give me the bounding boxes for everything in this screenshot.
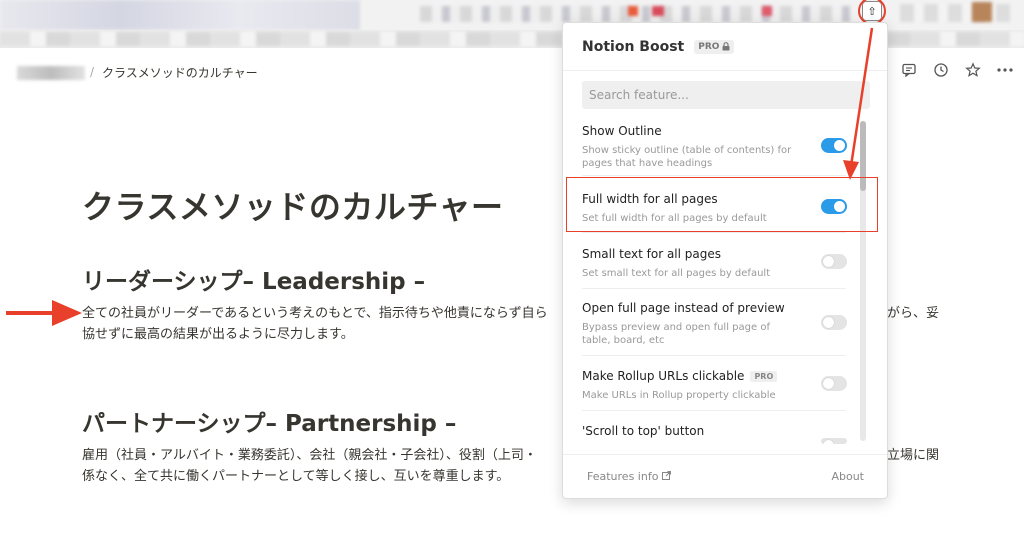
annotation-highlight-box xyxy=(566,177,878,232)
blurred-icon xyxy=(652,6,664,16)
blurred-profile-icons xyxy=(900,4,1010,22)
divider xyxy=(582,355,846,356)
feature-title: Make Rollup URLs clickable PRO xyxy=(582,369,846,383)
divider xyxy=(582,410,846,411)
toggle-small-text[interactable] xyxy=(821,254,847,269)
breadcrumb-page[interactable]: クラスメソッドのカルチャー xyxy=(102,64,258,81)
section-heading-partnership: パートナーシップ– Partnership – xyxy=(82,411,457,437)
feature-title: Show Outline xyxy=(582,124,662,138)
feature-description: Show sticky outline (table of contents) … xyxy=(582,144,846,170)
lock-icon xyxy=(722,42,730,51)
section-heading-leadership: リーダーシップ– Leadership – xyxy=(82,269,426,295)
breadcrumb-separator: / xyxy=(90,65,95,79)
pro-badge[interactable]: PRO xyxy=(694,39,735,54)
about-link[interactable]: About xyxy=(831,470,864,483)
history-clock-icon[interactable] xyxy=(932,62,950,82)
feature-pro-badge: PRO xyxy=(750,370,778,382)
feature-description: Bypass preview and open full page of tab… xyxy=(582,321,846,347)
section-text-line-end: 立場に関 xyxy=(887,448,940,463)
page-title: クラスメソッドのカルチャー xyxy=(82,188,504,226)
popup-title: Notion Boost xyxy=(582,38,685,55)
section-text-line: 雇用（社員・アルバイト・業務委託）、会社（親会社・子会社）、役割（上司・ xyxy=(82,448,537,463)
toggle-scroll-to-top[interactable] xyxy=(821,438,847,444)
toggle-rollup-urls[interactable] xyxy=(821,376,847,391)
comment-icon[interactable] xyxy=(900,62,918,82)
blurred-icon xyxy=(762,6,772,16)
feature-description: Make URLs in Rollup property clickable xyxy=(582,390,776,401)
blurred-avatar xyxy=(972,2,992,22)
feature-description-line: Bypass preview and open full page of xyxy=(582,322,770,333)
feature-rollup-urls: Make Rollup URLs clickable PRO Make URLs… xyxy=(582,369,846,402)
feature-title: Small text for all pages xyxy=(582,247,722,261)
feature-title-text: Make Rollup URLs clickable xyxy=(582,369,745,383)
blurred-icon xyxy=(628,6,638,16)
annotation-arrow-left xyxy=(6,300,82,326)
divider xyxy=(582,288,846,289)
feature-description-line: Show sticky outline (table of contents) … xyxy=(582,145,792,156)
feature-title: 'Scroll to top' button xyxy=(582,424,705,438)
feature-description-line: pages that have headings xyxy=(582,158,713,169)
section-text-line: 全ての社員がリーダーであるという考えのもとで、指示待ちや他責にならず自ら xyxy=(82,306,548,321)
blurred-address-bar xyxy=(0,0,360,30)
more-options-icon[interactable] xyxy=(996,62,1014,82)
search-feature-input[interactable]: Search feature... xyxy=(582,81,870,109)
feature-open-full-page: Open full page instead of preview Bypass… xyxy=(582,301,846,347)
divider xyxy=(582,232,846,233)
external-link-icon xyxy=(661,471,671,480)
feature-description-line: table, board, etc xyxy=(582,335,665,346)
popup-footer: Features info About xyxy=(563,454,887,498)
popup-header: Notion Boost PRO xyxy=(563,23,887,71)
feature-title: Open full page instead of preview xyxy=(582,301,785,315)
features-info-link[interactable]: Features info xyxy=(587,470,671,483)
topbar-actions: 有 xyxy=(868,62,1014,82)
favorite-star-icon[interactable] xyxy=(964,62,982,82)
notion-boost-popup: Notion Boost PRO Search feature... Show … xyxy=(562,22,888,499)
features-info-label: Features info xyxy=(587,470,659,483)
blurred-workspace-breadcrumb xyxy=(17,66,85,80)
feature-scroll-to-top: 'Scroll to top' button xyxy=(582,424,846,438)
toggle-open-full-page[interactable] xyxy=(821,315,847,330)
section-text-line-end: がら、妥 xyxy=(887,306,940,321)
feature-description: Set small text for all pages by default xyxy=(582,268,771,279)
feature-small-text: Small text for all pages Set small text … xyxy=(582,247,846,280)
pro-badge-label: PRO xyxy=(698,41,720,52)
feature-show-outline: Show Outline Show sticky outline (table … xyxy=(582,124,846,170)
divider xyxy=(582,175,846,176)
toggle-show-outline[interactable] xyxy=(821,138,847,153)
